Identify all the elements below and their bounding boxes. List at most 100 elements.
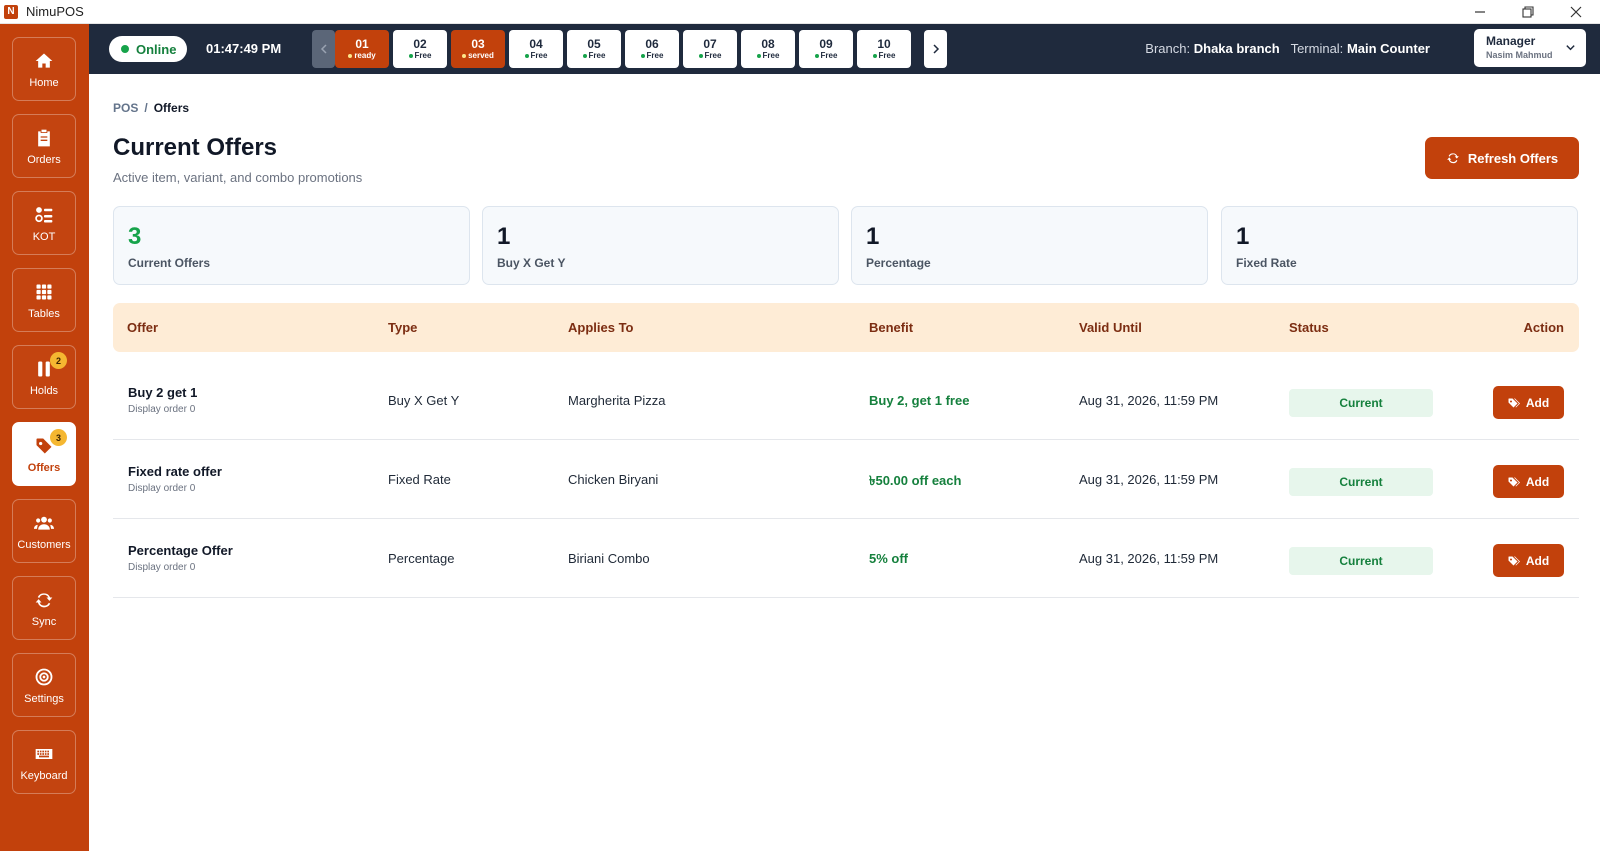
- offer-applies-to: Biriani Combo: [568, 551, 650, 566]
- close-button[interactable]: [1552, 0, 1600, 24]
- stat-value: 1: [1236, 223, 1250, 250]
- table-number: 10: [877, 36, 891, 51]
- minimize-button[interactable]: [1456, 0, 1504, 24]
- table-chip-04[interactable]: 04 Free: [509, 30, 563, 68]
- table-status-label: served: [468, 50, 494, 60]
- tables-next-button[interactable]: [924, 30, 947, 68]
- stat-card-fixed-rate: 1 Fixed Rate: [1221, 206, 1578, 285]
- table-chip-06[interactable]: 06 Free: [625, 30, 679, 68]
- table-row: Fixed rate offer Display order 0 Fixed R…: [113, 440, 1579, 519]
- sidebar-item-label: Orders: [27, 153, 61, 166]
- connection-status-label: Online: [136, 41, 177, 57]
- offer-applies-to: Chicken Biryani: [568, 472, 659, 487]
- sidebar-item-label: Sync: [31, 615, 57, 628]
- page-title: Current Offers: [113, 134, 278, 161]
- window-title: NimuPOS: [26, 4, 84, 19]
- refresh-offers-button[interactable]: Refresh Offers: [1425, 137, 1579, 179]
- stat-value: 1: [497, 223, 511, 250]
- column-header-applies-to: Applies To: [568, 320, 634, 335]
- table-status: Free: [640, 51, 663, 61]
- connection-status-badge: Online: [109, 36, 187, 62]
- status-dot-icon: [462, 53, 467, 58]
- stat-value: 1: [866, 223, 880, 250]
- table-chip-08[interactable]: 08 Free: [741, 30, 795, 68]
- sidebar-item-tables[interactable]: Tables: [12, 268, 76, 332]
- sync-icon: [33, 589, 55, 611]
- holds-count-badge: 2: [50, 352, 67, 369]
- home-icon: [33, 50, 55, 72]
- table-number: 09: [819, 36, 833, 51]
- table-status: Free: [582, 50, 606, 61]
- offer-name: Buy 2 get 1: [128, 385, 198, 400]
- offer-benefit: 5% off: [869, 551, 908, 566]
- sidebar-item-keyboard[interactable]: Keyboard: [12, 730, 76, 794]
- restore-button[interactable]: [1504, 0, 1552, 24]
- clock: 01:47:49 PM: [206, 41, 282, 56]
- table-number: 08: [761, 36, 775, 51]
- tables-prev-button[interactable]: [312, 30, 335, 68]
- table-number: 01: [355, 36, 369, 51]
- table-status-label: Free: [820, 50, 838, 60]
- sidebar-item-home[interactable]: Home: [12, 37, 76, 101]
- offer-applies-to: Margherita Pizza: [568, 393, 666, 408]
- table-status-label: Free: [588, 50, 606, 60]
- sidebar-item-holds[interactable]: Holds 2: [12, 345, 76, 409]
- restore-icon: [1522, 6, 1534, 18]
- table-chip-10[interactable]: 10 Free: [857, 30, 911, 68]
- column-header-valid-until: Valid Until: [1079, 320, 1142, 335]
- status-dot-icon: [348, 53, 353, 58]
- add-offer-button[interactable]: Add: [1493, 465, 1564, 498]
- stat-label: Fixed Rate: [1236, 256, 1297, 270]
- breadcrumb-current: Offers: [153, 101, 190, 115]
- stat-card-current-offers: 3 Current Offers: [113, 206, 470, 285]
- sidebar: Home Orders KOT Tables Holds 2 Offers 3 …: [0, 24, 89, 851]
- chevron-left-icon: [320, 44, 327, 54]
- offer-display-order: Display order 0: [128, 483, 196, 494]
- add-offer-button[interactable]: Add: [1493, 386, 1564, 419]
- offer-valid-until: Aug 31, 2026, 11:59 PM: [1079, 551, 1219, 566]
- offer-valid-until: Aug 31, 2026, 11:59 PM: [1079, 393, 1219, 408]
- online-dot-icon: [121, 45, 129, 53]
- sidebar-item-label: Settings: [24, 692, 64, 705]
- branch-terminal-info: Branch: Dhaka branch Terminal: Main Coun…: [1145, 41, 1430, 56]
- offer-display-order: Display order 0: [128, 562, 196, 573]
- sidebar-item-settings[interactable]: Settings: [12, 653, 76, 717]
- table-number: 05: [587, 36, 601, 51]
- user-menu[interactable]: Manager Nasim Mahmud: [1474, 29, 1586, 67]
- status-dot-icon: [640, 53, 645, 58]
- column-header-benefit: Benefit: [869, 320, 914, 335]
- table-status-label: Free: [878, 50, 896, 60]
- sidebar-item-kot[interactable]: KOT: [12, 191, 76, 255]
- sidebar-item-orders[interactable]: Orders: [12, 114, 76, 178]
- sidebar-item-customers[interactable]: Customers: [12, 499, 76, 563]
- branch-name: Dhaka branch: [1193, 41, 1280, 56]
- tags-icon: [1508, 398, 1520, 407]
- column-header-status: Status: [1289, 320, 1329, 335]
- terminal-label: Terminal:: [1290, 41, 1344, 56]
- table-chip-02[interactable]: 02 Free: [393, 30, 447, 68]
- sidebar-item-label: Home: [29, 76, 59, 89]
- table-chip-05[interactable]: 05 Free: [567, 30, 621, 68]
- table-status-label: Free: [414, 50, 432, 60]
- refresh-icon: [1447, 153, 1459, 164]
- stat-label: Buy X Get Y: [497, 256, 566, 270]
- table-chip-03[interactable]: 03 served: [451, 30, 505, 68]
- table-chip-07[interactable]: 07 Free: [683, 30, 737, 68]
- table-chip-01[interactable]: 01 ready: [335, 30, 389, 68]
- add-offer-label: Add: [1525, 395, 1550, 410]
- settings-icon: [33, 666, 55, 688]
- sidebar-item-label: Customers: [17, 538, 71, 551]
- add-offer-button[interactable]: Add: [1493, 544, 1564, 577]
- stat-card-buy-x-get-y: 1 Buy X Get Y: [482, 206, 839, 285]
- grid-icon: [33, 281, 55, 303]
- sidebar-item-sync[interactable]: Sync: [12, 576, 76, 640]
- table-status: Free: [408, 50, 432, 61]
- sidebar-item-offers[interactable]: Offers 3: [12, 422, 76, 486]
- table-status-label: Free: [762, 50, 780, 60]
- table-status: ready: [348, 51, 376, 61]
- table-chip-09[interactable]: 09 Free: [799, 30, 853, 68]
- breadcrumb-pos-link[interactable]: POS: [113, 101, 138, 115]
- sidebar-item-label: KOT: [32, 230, 56, 243]
- table-status: Free: [872, 50, 896, 61]
- add-offer-label: Add: [1525, 474, 1550, 489]
